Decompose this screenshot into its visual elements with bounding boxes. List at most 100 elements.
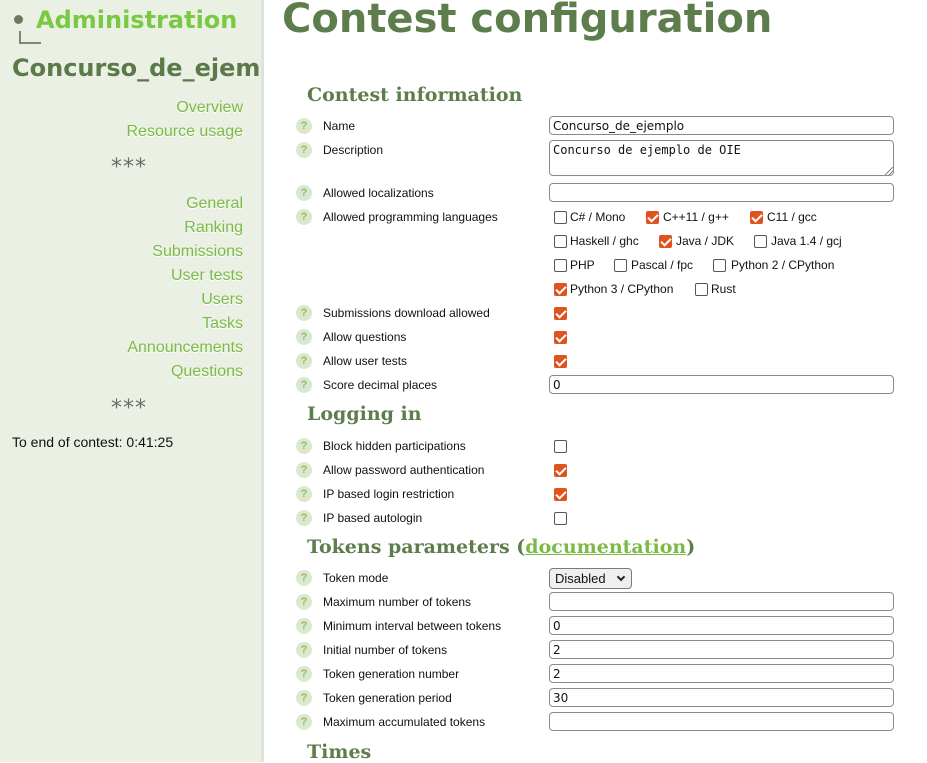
section-times: Times	[307, 741, 372, 763]
menu-item-overview[interactable]: Overview	[126, 96, 243, 120]
allowed-localizations-input[interactable]	[549, 183, 894, 202]
chevron-down-icon	[616, 572, 626, 582]
menu-item-tasks[interactable]: Tasks	[127, 312, 243, 336]
help-icon[interactable]: ?	[296, 510, 312, 526]
help-icon[interactable]: ?	[296, 118, 312, 134]
token-gen-period-input[interactable]	[549, 688, 894, 707]
language-checkbox[interactable]	[750, 211, 763, 224]
language-label: Python 3 / CPython	[570, 282, 674, 296]
help-icon[interactable]: ?	[296, 305, 312, 321]
language-checkbox[interactable]	[554, 259, 567, 272]
field-label: Initial number of tokens	[323, 643, 448, 657]
resize-grip-icon[interactable]	[885, 167, 893, 175]
token-gen-number-input[interactable]	[549, 664, 894, 683]
help-icon[interactable]: ?	[296, 690, 312, 706]
language-checkbox[interactable]	[646, 211, 659, 224]
token-mode-select[interactable]: Disabled	[549, 568, 632, 589]
language-checkbox[interactable]	[754, 235, 767, 248]
administration-link[interactable]: Administration	[36, 6, 237, 34]
language-label: C++11 / g++	[663, 210, 729, 224]
token-mode-value: Disabled	[555, 571, 606, 586]
field-label: Maximum accumulated tokens	[323, 715, 486, 729]
help-icon[interactable]: ?	[296, 185, 312, 201]
help-icon[interactable]: ?	[296, 594, 312, 610]
field-label: Token mode	[323, 571, 389, 585]
language-checkbox[interactable]	[659, 235, 672, 248]
allow-password-checkbox[interactable]	[554, 464, 567, 477]
help-icon[interactable]: ?	[296, 618, 312, 634]
menu-item-user-tests[interactable]: User tests	[127, 264, 243, 288]
help-icon[interactable]: ?	[296, 377, 312, 393]
tree-connector-icon	[19, 31, 41, 44]
menu-item-ranking[interactable]: Ranking	[127, 216, 243, 240]
language-label: Java 1.4 / gcj	[771, 234, 842, 248]
bullet-icon	[14, 15, 23, 24]
help-icon[interactable]: ?	[296, 462, 312, 478]
language-checkbox[interactable]	[554, 211, 567, 224]
field-label: Submissions download allowed	[323, 306, 490, 320]
help-icon[interactable]: ?	[296, 438, 312, 454]
field-label: Allow user tests	[323, 354, 408, 368]
language-label: Rust	[711, 282, 736, 296]
language-label: Haskell / ghc	[570, 234, 639, 248]
help-icon[interactable]: ?	[296, 142, 312, 158]
language-checkbox[interactable]	[695, 283, 708, 296]
description-textarea[interactable]: Concurso de ejemplo de OIE	[549, 140, 894, 176]
language-checkbox[interactable]	[554, 283, 567, 296]
field-row-block-hidden: ? Block hidden participations	[282, 434, 922, 458]
max-tokens-input[interactable]	[549, 592, 894, 611]
contest-menu-main: General Ranking Submissions User tests U…	[127, 192, 243, 384]
field-label: Score decimal places	[323, 378, 438, 392]
menu-item-announcements[interactable]: Announcements	[127, 336, 243, 360]
field-label: Name	[323, 119, 356, 133]
help-icon[interactable]: ?	[296, 353, 312, 369]
menu-item-questions[interactable]: Questions	[127, 360, 243, 384]
name-input[interactable]	[549, 116, 894, 135]
max-accumulated-input[interactable]	[549, 712, 894, 731]
field-label: IP based login restriction	[323, 487, 455, 501]
field-label: Block hidden participations	[323, 439, 466, 453]
help-icon[interactable]: ?	[296, 486, 312, 502]
section-contest-information: Contest information	[307, 84, 523, 106]
menu-item-users[interactable]: Users	[127, 288, 243, 312]
help-icon[interactable]: ?	[296, 209, 312, 225]
sidebar: Administration Concurso_de_ejem Overview…	[0, 0, 264, 762]
documentation-link[interactable]: documentation	[525, 536, 686, 558]
allow-questions-checkbox[interactable]	[554, 331, 567, 344]
score-decimal-places-input[interactable]	[549, 375, 894, 394]
field-row-submissions-download: ? Submissions download allowed	[282, 301, 922, 325]
menu-item-general[interactable]: General	[127, 192, 243, 216]
help-icon[interactable]: ?	[296, 642, 312, 658]
initial-tokens-input[interactable]	[549, 640, 894, 659]
field-row-allow-user-tests: ? Allow user tests	[282, 349, 922, 373]
ip-login-restriction-checkbox[interactable]	[554, 488, 567, 501]
language-label: PHP	[570, 258, 595, 272]
section-title-text: )	[686, 536, 696, 558]
field-row-description: ? Description Concurso de ejemplo de OIE	[282, 138, 922, 176]
language-checkbox[interactable]	[713, 259, 726, 272]
field-row-allow-questions: ? Allow questions	[282, 325, 922, 349]
ip-autologin-checkbox[interactable]	[554, 512, 567, 525]
field-row-max-accumulated: ? Maximum accumulated tokens	[282, 710, 922, 734]
field-label: Allowed programming languages	[323, 210, 498, 224]
field-row-score-decimal-places: ? Score decimal places	[282, 373, 922, 397]
separator: ***	[111, 396, 147, 421]
help-icon[interactable]: ?	[296, 570, 312, 586]
language-checkbox[interactable]	[614, 259, 627, 272]
help-icon[interactable]: ?	[296, 714, 312, 730]
field-label: Maximum number of tokens	[323, 595, 472, 609]
submissions-download-checkbox[interactable]	[554, 307, 567, 320]
menu-item-resource-usage[interactable]: Resource usage	[126, 120, 243, 144]
menu-item-submissions[interactable]: Submissions	[127, 240, 243, 264]
language-checkbox[interactable]	[554, 235, 567, 248]
min-interval-input[interactable]	[549, 616, 894, 635]
help-icon[interactable]: ?	[296, 666, 312, 682]
section-tokens-parameters: Tokens parameters (documentation)	[307, 536, 695, 558]
allow-user-tests-checkbox[interactable]	[554, 355, 567, 368]
language-options-row: Python 3 / CPython Rust	[282, 277, 922, 301]
field-label: Token generation period	[323, 691, 452, 705]
help-icon[interactable]: ?	[296, 329, 312, 345]
language-label: C# / Mono	[570, 210, 626, 224]
block-hidden-checkbox[interactable]	[554, 440, 567, 453]
language-label: Pascal / fpc	[631, 258, 694, 272]
